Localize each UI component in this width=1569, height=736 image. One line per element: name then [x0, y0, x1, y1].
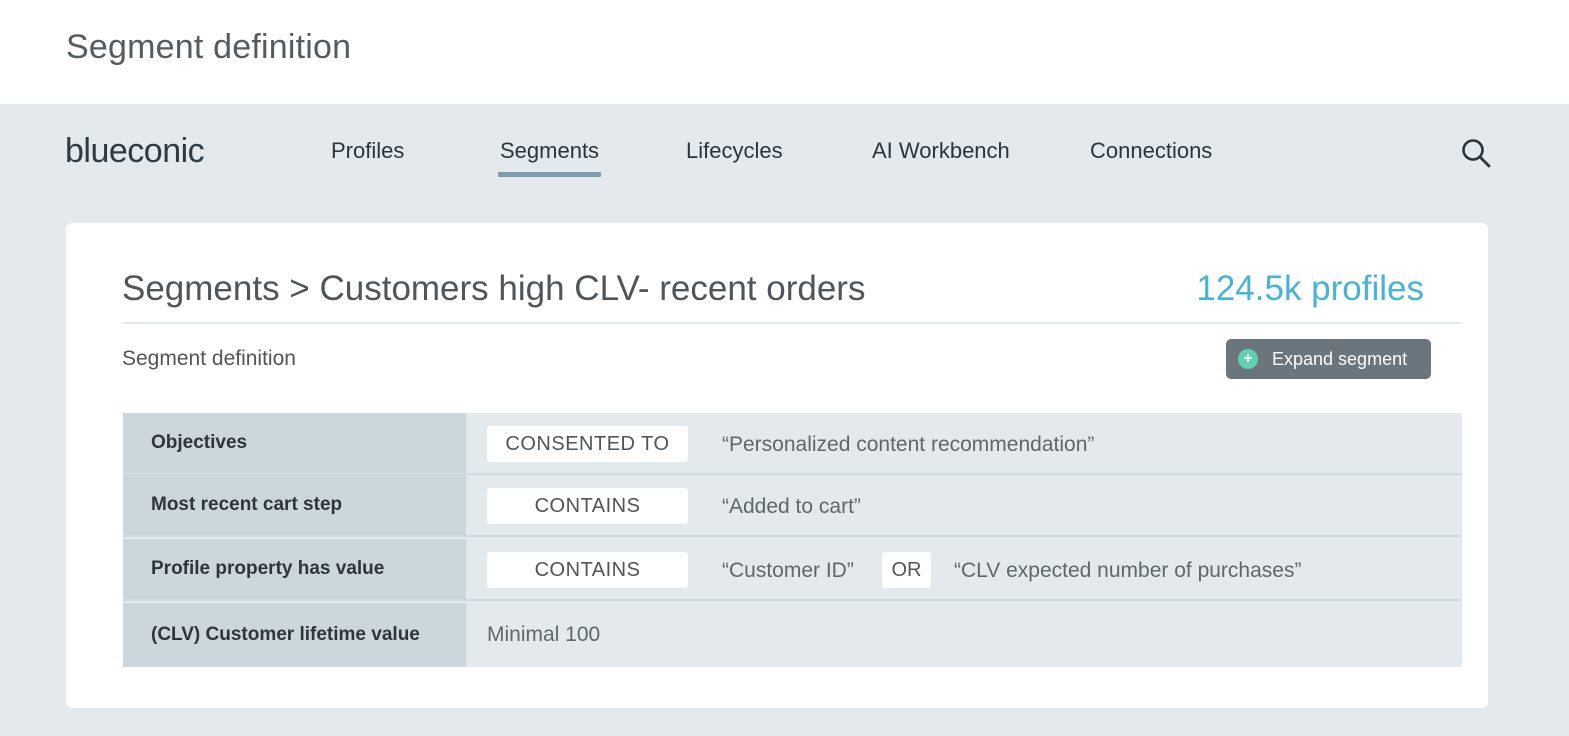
rule-row-clv: (CLV) Customer lifetime value Minimal 10…: [123, 603, 1462, 667]
plus-circle-icon: +: [1238, 349, 1258, 369]
title-divider: [122, 322, 1462, 324]
app-container: blueconic Profiles Segments Lifecycles A…: [0, 104, 1569, 736]
profile-count: 124.5k profiles: [1196, 269, 1424, 308]
rule-value-2[interactable]: “CLV expected number of purchases”: [954, 559, 1301, 583]
rule-label: Most recent cart step: [123, 475, 466, 535]
rule-value[interactable]: Minimal 100: [487, 623, 600, 647]
page-header: Segment definition: [0, 0, 1569, 104]
segment-card: Segments > Customers high CLV- recent or…: [66, 223, 1488, 708]
rule-label: Profile property has value: [123, 539, 466, 599]
section-label: Segment definition: [122, 347, 296, 370]
blueconic-logo[interactable]: blueconic: [65, 132, 205, 171]
rule-operator[interactable]: CONTAINS: [487, 552, 688, 588]
rules-table: Objectives CONSENTED TO “Personalized co…: [123, 413, 1462, 667]
rule-operator[interactable]: CONTAINS: [487, 488, 688, 524]
rule-value[interactable]: “Added to cart”: [722, 495, 861, 519]
rule-value[interactable]: “Personalized content recommendation”: [722, 433, 1094, 457]
rule-row-profile-property: Profile property has value CONTAINS “Cus…: [123, 539, 1462, 601]
page-title: Segment definition: [66, 28, 352, 66]
nav-item-lifecycles[interactable]: Lifecycles: [686, 138, 783, 164]
breadcrumb: Segments > Customers high CLV- recent or…: [122, 269, 866, 308]
rule-label: Objectives: [123, 413, 466, 473]
search-icon[interactable]: [1460, 137, 1492, 169]
expand-segment-label: Expand segment: [1272, 348, 1408, 369]
rule-row-cart-step: Most recent cart step CONTAINS “Added to…: [123, 475, 1462, 537]
nav-item-connections[interactable]: Connections: [1090, 138, 1212, 164]
rule-value[interactable]: “Customer ID”: [722, 559, 854, 583]
rule-label: (CLV) Customer lifetime value: [123, 603, 466, 667]
nav-item-segments[interactable]: Segments: [497, 138, 602, 177]
rule-operator[interactable]: CONSENTED TO: [487, 426, 688, 462]
nav-item-profiles[interactable]: Profiles: [331, 138, 404, 164]
expand-segment-button[interactable]: + Expand segment: [1226, 339, 1431, 379]
rule-row-objectives: Objectives CONSENTED TO “Personalized co…: [123, 413, 1462, 475]
nav-item-ai-workbench[interactable]: AI Workbench: [872, 138, 1010, 164]
or-chip[interactable]: OR: [882, 552, 931, 588]
